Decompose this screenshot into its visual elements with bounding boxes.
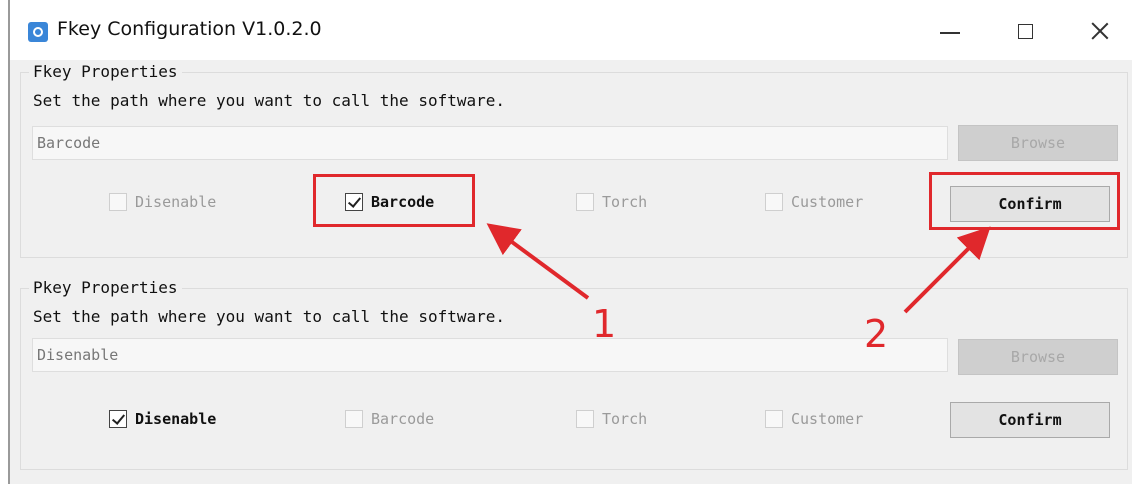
arrow-to-barcode: [486, 223, 590, 300]
arrow-to-confirm: [903, 226, 991, 314]
annotation-arrows: [486, 223, 991, 314]
annotation-step-2: 2: [864, 312, 889, 356]
annotation-step-1: 1: [592, 302, 617, 346]
